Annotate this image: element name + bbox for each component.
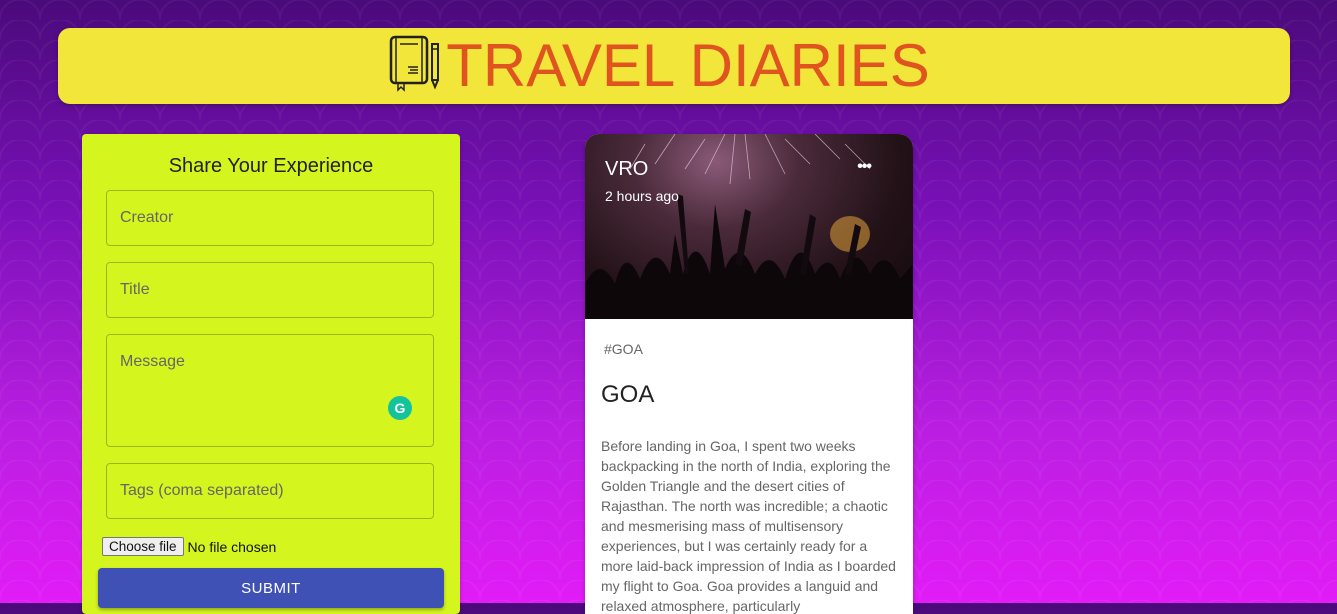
post-image: VRO 2 hours ago ••• (585, 134, 913, 319)
diary-book-icon (390, 35, 440, 92)
app-header: TRAVEL DIARIES (58, 28, 1290, 104)
post-tags: #GOA (604, 341, 643, 357)
form-title: Share Your Experience (168, 155, 374, 177)
post-message: Before landing in Goa, I spent two weeks… (601, 438, 896, 614)
post-timestamp: 2 hours ago (605, 188, 679, 204)
submit-button[interactable]: SUBMIT (98, 568, 444, 608)
post-card: VRO 2 hours ago ••• #GOA GOA Before land… (585, 134, 913, 614)
tags-input[interactable]: Tags (coma separated) (106, 463, 434, 519)
message-textarea[interactable]: Message G (106, 334, 434, 447)
choose-file-button[interactable]: Choose file (102, 537, 184, 556)
file-status: No file chosen (187, 538, 277, 555)
tags-placeholder: Tags (coma separated) (120, 482, 284, 499)
creator-input[interactable]: Creator (106, 190, 434, 246)
post-title: GOA (601, 381, 655, 408)
file-upload: Choose file No file chosen (102, 537, 276, 556)
share-experience-form: Share Your Experience Creator Title Mess… (82, 134, 460, 614)
message-placeholder: Message (120, 353, 185, 370)
title-placeholder: Title (120, 281, 150, 298)
more-options-icon[interactable]: ••• (857, 159, 872, 175)
title-input[interactable]: Title (106, 262, 434, 318)
creator-placeholder: Creator (120, 209, 174, 226)
post-creator: VRO (605, 158, 649, 180)
grammarly-icon[interactable]: G (388, 396, 412, 420)
app-title: TRAVEL DIARIES (446, 32, 930, 99)
